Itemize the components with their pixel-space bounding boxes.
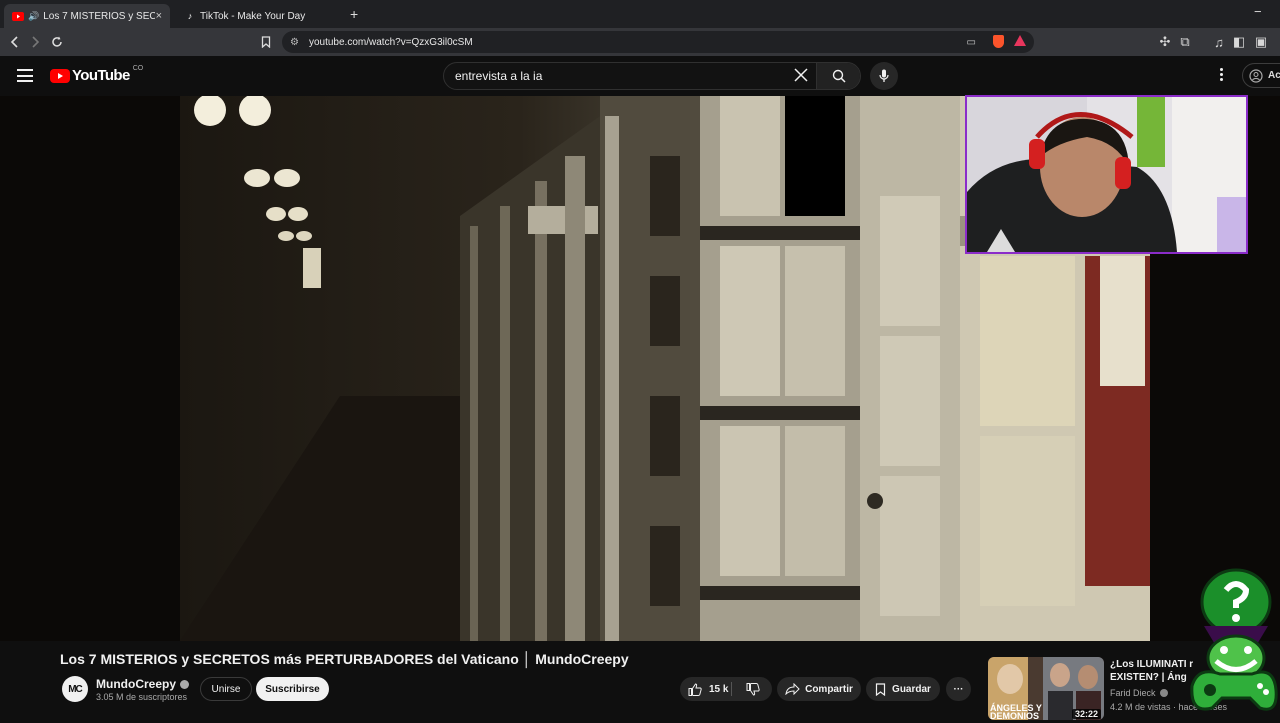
thumbs-down-icon [746,683,760,696]
address-bar[interactable]: ⚙ youtube.com/watch?v=QzxG3il0cSM ▭ [282,31,1034,53]
share-button[interactable]: Compartir [777,677,861,701]
sign-in-button[interactable]: Ac [1242,63,1280,88]
search-icon [832,69,846,83]
logo-text: YouTube [72,67,130,84]
account-icon [1249,68,1263,83]
youtube-favicon-icon [12,10,24,22]
tab-title: TikTok - Make Your Day [200,10,306,22]
like-dislike-group: 15 k [680,677,772,701]
brave-shield-icon[interactable] [993,35,1004,48]
wallet-icon[interactable]: ▣ [1252,33,1270,51]
new-tab-button[interactable]: + [350,6,358,22]
microphone-icon [879,69,889,82]
clear-search-icon[interactable] [794,68,808,87]
channel-name-link[interactable]: MundoCreepy [96,677,190,691]
more-actions-button[interactable]: ··· [946,677,971,701]
url-text: youtube.com/watch?v=QzxG3il0cSM [308,36,473,48]
bookmark-icon[interactable] [257,33,275,51]
streamer-mascot-overlay [1186,566,1278,718]
search-button[interactable] [816,63,860,89]
search-input[interactable] [455,69,785,83]
recommended-thumbnail[interactable]: ÁNGELES Y DEMONIOS 32:22 [988,657,1104,720]
country-code: CO [132,65,144,72]
youtube-header: YouTube CO Ac [0,56,1280,96]
close-tab-icon[interactable]: × [156,10,162,22]
tab-title: Los 7 MISTERIOS y SECRETOS [43,10,156,22]
forward-icon[interactable] [26,33,44,51]
riddler-mascot-icon [1190,568,1278,711]
browser-toolbar: ⚙ youtube.com/watch?v=QzxG3il0cSM ▭ ✣ ⧉ … [0,28,1280,56]
channel-avatar[interactable]: MC [62,676,88,702]
streamer-webcam-image [967,97,1246,252]
like-count: 15 k [709,683,729,695]
video-title: Los 7 MISTERIOS y SECRETOS más PERTURBAD… [60,651,629,667]
back-icon[interactable] [6,33,24,51]
save-label: Guardar [892,683,931,695]
subscriber-count: 3.05 M de suscriptores [96,692,188,702]
webcam-overlay [965,95,1248,254]
brave-rewards-icon[interactable] [1014,35,1026,46]
tab-tiktok[interactable]: ♪ TikTok - Make Your Day [176,4,342,28]
extensions-icon[interactable]: ✣ [1156,33,1174,51]
tiktok-favicon-icon: ♪ [187,11,193,21]
share-label: Compartir [805,683,853,695]
reload-icon[interactable] [48,33,66,51]
subscribe-button[interactable]: Suscribirse [256,677,329,701]
speaker-icon[interactable]: 🔊 [28,11,39,22]
screenshot-icon[interactable]: ⧉ [1176,33,1194,51]
share-icon [785,683,800,695]
verified-icon [1159,689,1168,697]
settings-more-icon[interactable] [1220,68,1224,81]
media-icon[interactable]: ♫ [1210,33,1228,51]
youtube-logo[interactable]: YouTube CO [50,65,144,84]
voice-search-button[interactable] [870,62,898,90]
join-button[interactable]: Unirse [200,677,252,701]
thumbs-up-icon [688,682,702,696]
recommended-channel-row: Farid Dieck [1110,688,1168,698]
divider [731,682,732,696]
search-box[interactable] [443,62,861,90]
cast-icon[interactable]: ▭ [967,37,976,48]
youtube-play-icon [50,68,70,83]
browser-tab-strip: 🔊 Los 7 MISTERIOS y SECRETOS × ♪ TikTok … [0,0,1280,28]
site-info-icon[interactable]: ⚙ [290,37,299,48]
menu-icon[interactable] [17,69,33,82]
sign-in-label: Ac [1268,70,1280,81]
thumbnail-text: ÁNGELES Y DEMONIOS [990,703,1042,721]
minimize-button[interactable]: − [1254,4,1262,19]
save-icon [875,682,886,696]
video-duration: 32:22 [1071,709,1101,719]
save-button[interactable]: Guardar [866,677,940,701]
sidebar-icon[interactable]: ◧ [1230,33,1248,51]
channel-name: MundoCreepy [96,677,177,691]
like-button[interactable]: 15 k [688,682,729,696]
recommended-channel[interactable]: Farid Dieck [1110,688,1156,698]
avatar-text: MC [68,683,83,695]
verified-icon [180,679,190,689]
tab-youtube[interactable]: 🔊 Los 7 MISTERIOS y SECRETOS × [4,4,170,28]
dislike-button[interactable] [746,683,760,699]
